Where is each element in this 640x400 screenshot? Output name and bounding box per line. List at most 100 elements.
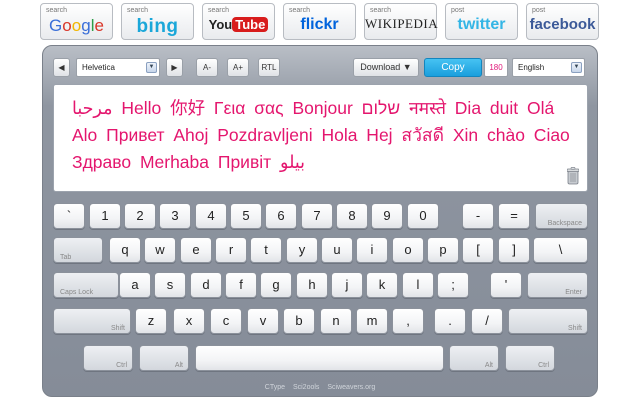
key-left-bracket[interactable]: [: [462, 237, 494, 263]
bing-logo: bing: [136, 16, 179, 37]
key-semicolon[interactable]: ;: [437, 272, 469, 298]
twitter-post-button[interactable]: post twitter: [445, 3, 518, 40]
key-4[interactable]: 4: [195, 203, 227, 229]
key-n[interactable]: n: [320, 308, 352, 334]
key-8[interactable]: 8: [336, 203, 368, 229]
chevron-down-icon: ▼: [146, 62, 157, 73]
trash-icon[interactable]: [567, 167, 579, 185]
key-d[interactable]: d: [190, 272, 222, 298]
key-g[interactable]: g: [260, 272, 292, 298]
button-caption: search: [208, 7, 230, 14]
key-enter[interactable]: Enter: [527, 272, 588, 298]
key-equals[interactable]: =: [498, 203, 530, 229]
rtl-button[interactable]: RTL: [258, 58, 280, 77]
key-c[interactable]: c: [210, 308, 242, 334]
key-7[interactable]: 7: [301, 203, 333, 229]
flickr-search-button[interactable]: search flickr: [283, 3, 356, 40]
download-button[interactable]: Download ▼: [353, 58, 419, 77]
key-ctrl-right[interactable]: Ctrl: [505, 345, 555, 371]
key-6[interactable]: 6: [265, 203, 297, 229]
key-o[interactable]: o: [392, 237, 424, 263]
language-select[interactable]: English ▼: [512, 58, 585, 77]
button-caption: search: [370, 7, 392, 14]
key-right-bracket[interactable]: ]: [498, 237, 530, 263]
footer-link-ctype[interactable]: CType: [265, 384, 285, 391]
key-0[interactable]: 0: [407, 203, 439, 229]
key-quote[interactable]: ': [490, 272, 522, 298]
key-3[interactable]: 3: [159, 203, 191, 229]
key-z[interactable]: z: [135, 308, 167, 334]
key-y[interactable]: y: [286, 237, 318, 263]
key-f[interactable]: f: [225, 272, 257, 298]
key-period[interactable]: .: [434, 308, 466, 334]
bing-search-button[interactable]: search bing: [121, 3, 194, 40]
key-5[interactable]: 5: [230, 203, 262, 229]
key-a[interactable]: a: [119, 272, 151, 298]
key-alt-left[interactable]: Alt: [139, 345, 189, 371]
chevron-down-icon: ▼: [571, 62, 582, 73]
button-caption: post: [451, 7, 465, 14]
keyboard-panel: ◀ Helvetica ▼ ▶ A- A+ RTL Download ▼ Cop…: [42, 45, 598, 397]
flickr-logo: flickr: [300, 16, 339, 33]
facebook-post-button[interactable]: post facebook: [526, 3, 599, 40]
youtube-search-button[interactable]: search You Tube: [202, 3, 275, 40]
prev-font-button[interactable]: ◀: [53, 58, 70, 77]
key-h[interactable]: h: [296, 272, 328, 298]
key-m[interactable]: m: [356, 308, 388, 334]
key-w[interactable]: w: [144, 237, 176, 263]
key-tab[interactable]: Tab: [53, 237, 103, 263]
language-select-value: English: [518, 63, 545, 72]
footer-link-sciweavers[interactable]: Sciweavers.org: [327, 384, 375, 391]
key-j[interactable]: j: [331, 272, 363, 298]
key-backtick[interactable]: `: [53, 203, 85, 229]
font-select-value: Helvetica: [82, 63, 115, 72]
key-l[interactable]: l: [402, 272, 434, 298]
next-font-button[interactable]: ▶: [166, 58, 183, 77]
key-minus[interactable]: -: [462, 203, 494, 229]
youtube-logo-tube: Tube: [232, 17, 269, 32]
button-caption: post: [532, 7, 546, 14]
key-alt-right[interactable]: Alt: [449, 345, 499, 371]
footer: CType Sci2ools Sciweavers.org: [43, 384, 597, 391]
key-2[interactable]: 2: [124, 203, 156, 229]
key-shift-right[interactable]: Shift: [508, 308, 588, 334]
key-k[interactable]: k: [366, 272, 398, 298]
key-backspace[interactable]: Backspace: [535, 203, 588, 229]
key-space[interactable]: [195, 345, 444, 371]
key-slash[interactable]: /: [471, 308, 503, 334]
key-1[interactable]: 1: [89, 203, 121, 229]
key-caps-lock[interactable]: Caps Lock: [53, 272, 119, 298]
text-content: مرحبا Hello 你好 Γεια σας Bonjour שלום नमस…: [72, 98, 570, 172]
text-area[interactable]: مرحبا Hello 你好 Γεια σας Bonjour שלום नमस…: [53, 84, 588, 192]
char-count: 180: [484, 58, 508, 77]
button-caption: search: [289, 7, 311, 14]
key-v[interactable]: v: [247, 308, 279, 334]
google-search-button[interactable]: search Google: [40, 3, 113, 40]
youtube-logo-you: You: [208, 17, 233, 32]
key-i[interactable]: i: [356, 237, 388, 263]
key-b[interactable]: b: [283, 308, 315, 334]
key-x[interactable]: x: [173, 308, 205, 334]
key-p[interactable]: p: [427, 237, 459, 263]
font-smaller-button[interactable]: A-: [196, 58, 218, 77]
font-select[interactable]: Helvetica ▼: [76, 58, 160, 77]
footer-link-sci2ools[interactable]: Sci2ools: [293, 384, 319, 391]
google-logo-text: Google: [49, 16, 104, 35]
key-9[interactable]: 9: [371, 203, 403, 229]
key-ctrl-left[interactable]: Ctrl: [83, 345, 133, 371]
copy-button[interactable]: Copy: [424, 58, 482, 77]
key-r[interactable]: r: [215, 237, 247, 263]
google-logo: Google: [41, 16, 112, 36]
key-shift-left[interactable]: Shift: [53, 308, 131, 334]
key-backslash[interactable]: \: [533, 237, 588, 263]
key-t[interactable]: t: [250, 237, 282, 263]
key-u[interactable]: u: [321, 237, 353, 263]
wikipedia-search-button[interactable]: search WIKIPEDIA: [364, 3, 438, 40]
button-caption: search: [46, 7, 68, 14]
key-q[interactable]: q: [109, 237, 141, 263]
search-bar: search Google search bing search You Tube…: [40, 3, 600, 41]
key-comma[interactable]: ,: [392, 308, 424, 334]
font-larger-button[interactable]: A+: [227, 58, 249, 77]
key-s[interactable]: s: [154, 272, 186, 298]
key-e[interactable]: e: [180, 237, 212, 263]
